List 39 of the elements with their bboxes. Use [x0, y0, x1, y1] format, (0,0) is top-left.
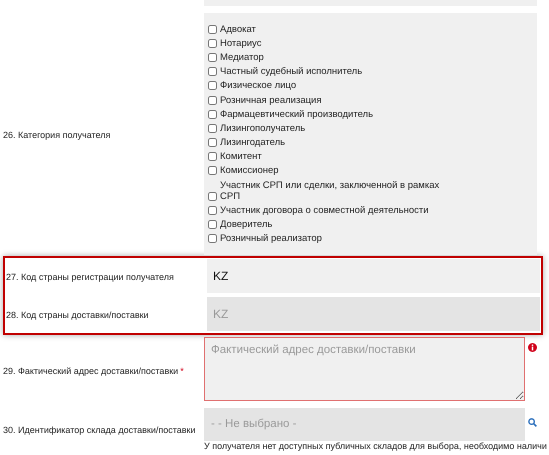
- checkbox[interactable]: [208, 110, 217, 119]
- checkbox-option[interactable]: Комиссионер: [208, 164, 448, 178]
- checkbox[interactable]: [208, 96, 217, 105]
- helper-text: У получателя нет доступных публичных складов для выбора, необходимо наличи: [204, 440, 547, 452]
- checkbox[interactable]: [208, 192, 217, 201]
- checkbox-option[interactable]: Лизингополучатель: [208, 121, 448, 136]
- field-label: 28. Код страны доставки/поставки: [6, 310, 149, 320]
- checkbox-option[interactable]: Розничная реализация: [208, 92, 448, 108]
- field-label: 30. Идентификатор склада доставки/поставки: [3, 424, 196, 435]
- address-textarea[interactable]: Фактический адрес доставки/поставки: [204, 336, 525, 401]
- checkbox-option[interactable]: Нотариус: [208, 36, 448, 50]
- checkbox[interactable]: [208, 138, 217, 148]
- checkbox-option[interactable]: Фармацевтический производитель: [208, 107, 448, 122]
- checkbox[interactable]: [208, 124, 217, 133]
- checkbox[interactable]: [208, 206, 217, 215]
- error-icon: [528, 342, 537, 352]
- field-label: 29. Фактический адрес доставки/поставки *: [3, 366, 184, 376]
- checkbox-option[interactable]: Лизингодатель: [208, 136, 448, 150]
- checkbox-option[interactable]: Участник СРП или сделки, заключенной в рамках СРП: [208, 178, 448, 204]
- checkbox-option[interactable]: Адвокат: [208, 22, 448, 36]
- checkbox[interactable]: [208, 152, 217, 162]
- checkbox[interactable]: [208, 220, 217, 230]
- checkbox[interactable]: [208, 24, 217, 34]
- checkbox-option[interactable]: Медиатор: [208, 50, 448, 65]
- checkbox-option[interactable]: Комитент: [208, 150, 448, 164]
- field-label: 26. Категория получателя: [3, 130, 110, 140]
- checkbox[interactable]: [208, 52, 217, 62]
- checkbox[interactable]: [208, 67, 217, 76]
- field-label: 27. Код страны регистрации получателя: [6, 272, 174, 282]
- search-icon[interactable]: [528, 418, 537, 427]
- checkbox[interactable]: [208, 38, 217, 48]
- checkbox-option[interactable]: Доверитель: [208, 217, 448, 232]
- checkbox[interactable]: [208, 234, 217, 244]
- checkbox-option[interactable]: Частный судебный исполнитель: [208, 64, 448, 79]
- checkbox[interactable]: [208, 81, 217, 90]
- checkbox-option[interactable]: Участник договора о совместной деятельности: [208, 203, 448, 218]
- checkbox-option[interactable]: Розничный реализатор: [208, 232, 448, 246]
- checkbox[interactable]: [208, 166, 217, 176]
- checkbox-option[interactable]: Физическое лицо: [208, 78, 448, 93]
